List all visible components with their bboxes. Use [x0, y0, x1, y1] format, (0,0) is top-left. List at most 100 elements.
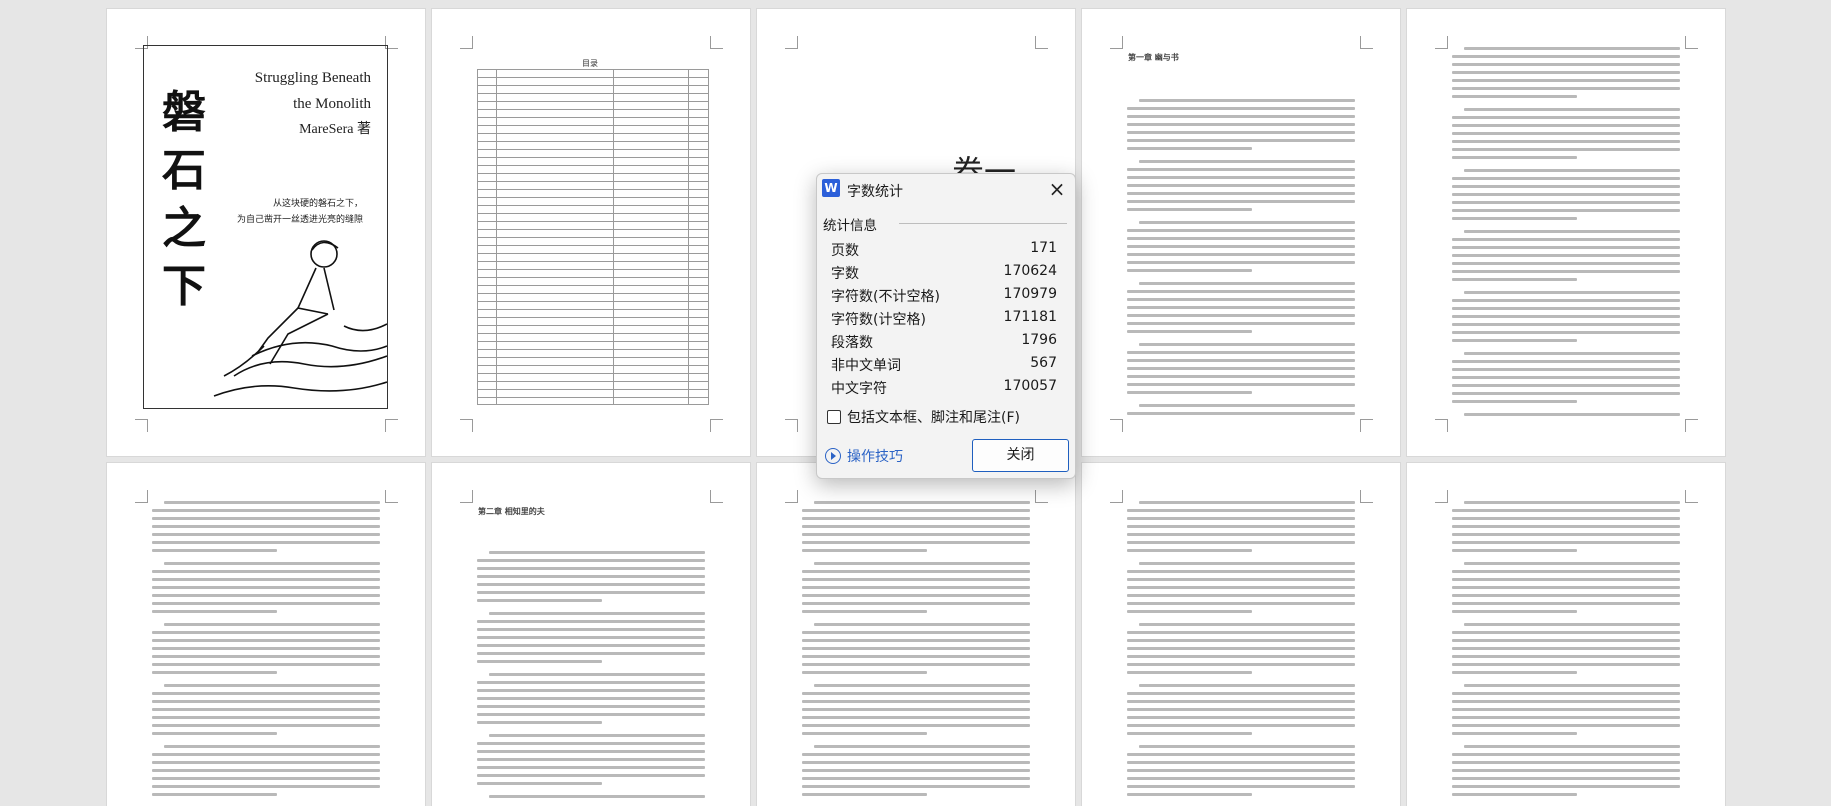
text-line: [152, 692, 380, 695]
text-line: [1127, 208, 1252, 211]
text-line: [477, 742, 705, 745]
text-line: [1127, 753, 1355, 756]
close-button[interactable]: 关闭: [972, 439, 1069, 472]
text-line: [1464, 745, 1680, 748]
text-line: [802, 525, 1030, 528]
text-line: [1127, 785, 1355, 788]
text-line: [1452, 376, 1680, 379]
text-line: [802, 655, 1030, 658]
text-line: [1452, 785, 1680, 788]
text-line: [1127, 647, 1355, 650]
text-line: [152, 610, 277, 613]
text-line: [477, 721, 602, 724]
tips-label[interactable]: 操作技巧: [847, 446, 903, 466]
text-line: [477, 697, 705, 700]
text-line: [1127, 586, 1355, 589]
text-line: [152, 586, 380, 589]
text-line: [1127, 700, 1355, 703]
page-toc[interactable]: 目录: [432, 9, 750, 456]
text-line: [1452, 708, 1680, 711]
text-line: [152, 785, 380, 788]
close-icon[interactable]: ×: [1045, 177, 1069, 201]
text-line: [1127, 663, 1355, 666]
page-5[interactable]: [1407, 9, 1725, 456]
text-line: [802, 578, 1030, 581]
text-line: [1452, 63, 1680, 66]
stat-value: 170057: [1003, 378, 1057, 394]
text-line: [1452, 541, 1680, 544]
text-line: [164, 562, 380, 565]
text-line: [477, 583, 705, 586]
text-line: [1452, 777, 1680, 780]
text-line: [477, 628, 705, 631]
text-line: [1452, 570, 1680, 573]
text-line: [152, 509, 380, 512]
text-line: [802, 541, 1030, 544]
page-chapter-2[interactable]: 第二章 相知里的夫: [432, 463, 750, 806]
page-8[interactable]: [757, 463, 1075, 806]
text-line: [1452, 602, 1680, 605]
text-line: [1452, 631, 1680, 634]
checkbox-label[interactable]: 包括文本框、脚注和尾注(F): [847, 407, 1020, 427]
text-line: [1127, 375, 1355, 378]
dialog-title-bar[interactable]: W 字数统计 ×: [817, 174, 1075, 204]
stat-label: 中文字符: [831, 381, 887, 397]
text-line: [1127, 253, 1355, 256]
text-line: [1452, 254, 1680, 257]
text-line: [1139, 745, 1355, 748]
page-9[interactable]: [1082, 463, 1400, 806]
text-line: [477, 644, 705, 647]
checkbox-box[interactable]: [827, 410, 841, 424]
text-line: [1127, 131, 1355, 134]
text-line: [477, 705, 705, 708]
text-line: [1127, 509, 1355, 512]
text-line: [1127, 367, 1355, 370]
text-line: [1452, 692, 1680, 695]
text-line: [477, 766, 705, 769]
text-line: [802, 586, 1030, 589]
text-line: [1127, 639, 1355, 642]
text-line: [477, 758, 705, 761]
text-line: [1127, 391, 1252, 394]
stat-row-chinese-chars: 中文字符 170057: [831, 378, 1063, 398]
stat-label: 字符数(不计空格): [831, 289, 940, 305]
stat-value: 170979: [1003, 286, 1057, 302]
text-line: [1452, 700, 1680, 703]
cover-illustration: [213, 240, 387, 397]
text-line: [1139, 99, 1355, 102]
text-line: [1452, 177, 1680, 180]
page-chapter-1[interactable]: 第一章 幽与书: [1082, 9, 1400, 456]
text-line: [1452, 400, 1577, 403]
text-line: [802, 732, 927, 735]
stat-row-pages: 页数 171: [831, 240, 1063, 260]
body-text: [477, 551, 705, 801]
text-line: [802, 785, 1030, 788]
text-line: [1464, 291, 1680, 294]
text-line: [802, 769, 1030, 772]
text-line: [1452, 185, 1680, 188]
text-line: [1452, 201, 1680, 204]
play-circle-icon: [825, 448, 841, 464]
word-count-dialog[interactable]: W 字数统计 × 统计信息 页数 171 字数 170624 字符数(不计空格)…: [816, 173, 1076, 479]
text-line: [1127, 517, 1355, 520]
text-line: [489, 673, 705, 676]
body-text: [802, 501, 1030, 801]
page-6[interactable]: [107, 463, 425, 806]
text-line: [152, 777, 380, 780]
text-line: [1452, 647, 1680, 650]
text-line: [1139, 501, 1355, 504]
text-line: [1452, 270, 1680, 273]
text-line: [1127, 184, 1355, 187]
text-line: [152, 639, 380, 642]
text-line: [1452, 55, 1680, 58]
text-line: [1452, 753, 1680, 756]
text-line: [1127, 716, 1355, 719]
dialog-title: 字数统计: [847, 184, 903, 200]
text-line: [1452, 132, 1680, 135]
text-line: [477, 713, 705, 716]
page-10[interactable]: [1407, 463, 1725, 806]
text-line: [477, 689, 705, 692]
text-line: [1127, 314, 1355, 317]
text-line: [1452, 278, 1577, 281]
text-line: [1127, 147, 1252, 150]
